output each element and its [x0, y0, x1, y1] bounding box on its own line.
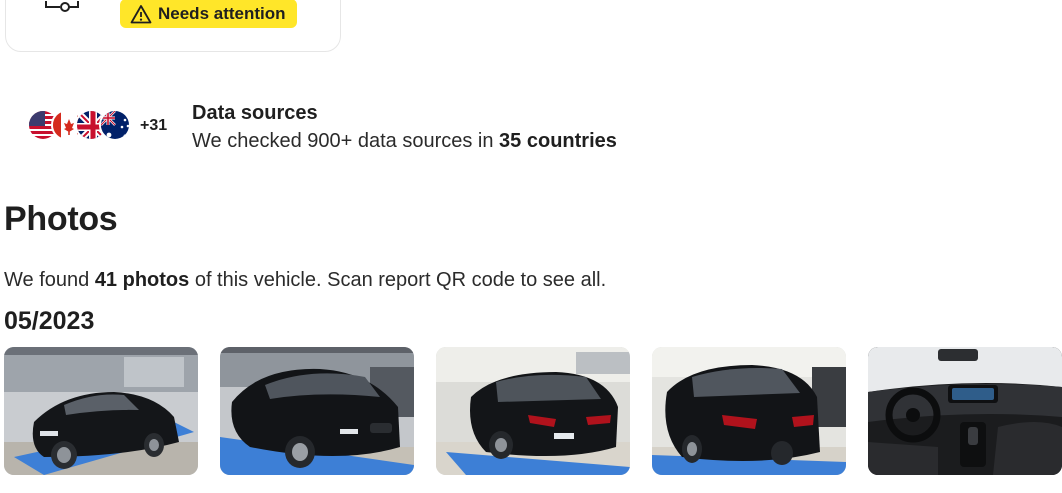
vehicle-report-page: Needs attention +31 Data sources We chec… [0, 0, 1062, 493]
more-countries-count: +31 [140, 117, 168, 134]
needs-attention-badge: Needs attention [120, 0, 297, 28]
data-sources-text: Data sources We checked 900+ data source… [192, 100, 617, 156]
photos-desc-prefix: We found [4, 269, 95, 291]
badge-label: Needs attention [158, 3, 286, 23]
desc-bold: 35 countries [499, 130, 617, 152]
photos-desc-suffix: of this vehicle. Scan report QR code to … [189, 269, 607, 291]
au-flag-icon [99, 109, 131, 141]
desc-prefix: We checked 900+ data sources in [192, 130, 500, 152]
country-flags: +31 [27, 109, 167, 145]
photo-thumbnail[interactable] [868, 347, 1062, 475]
car-icon [45, 1, 79, 12]
photos-heading: Photos [4, 200, 118, 238]
photo-thumbnail[interactable] [652, 347, 846, 475]
photos-description: We found 41 photos of this vehicle. Scan… [4, 269, 606, 292]
photo-thumbnail[interactable] [4, 347, 198, 475]
data-sources-description: We checked 900+ data sources in 35 count… [192, 126, 617, 156]
warning-icon [130, 4, 152, 23]
status-card: Needs attention [5, 0, 341, 52]
photo-thumbnail[interactable] [436, 347, 630, 475]
photo-gallery [4, 347, 1062, 475]
data-sources-title: Data sources [192, 102, 318, 124]
photo-thumbnail[interactable] [220, 347, 414, 475]
photos-count: 41 photos [94, 269, 190, 291]
data-sources: +31 Data sources We checked 900+ data so… [27, 100, 617, 156]
photo-date: 05/2023 [4, 307, 95, 335]
